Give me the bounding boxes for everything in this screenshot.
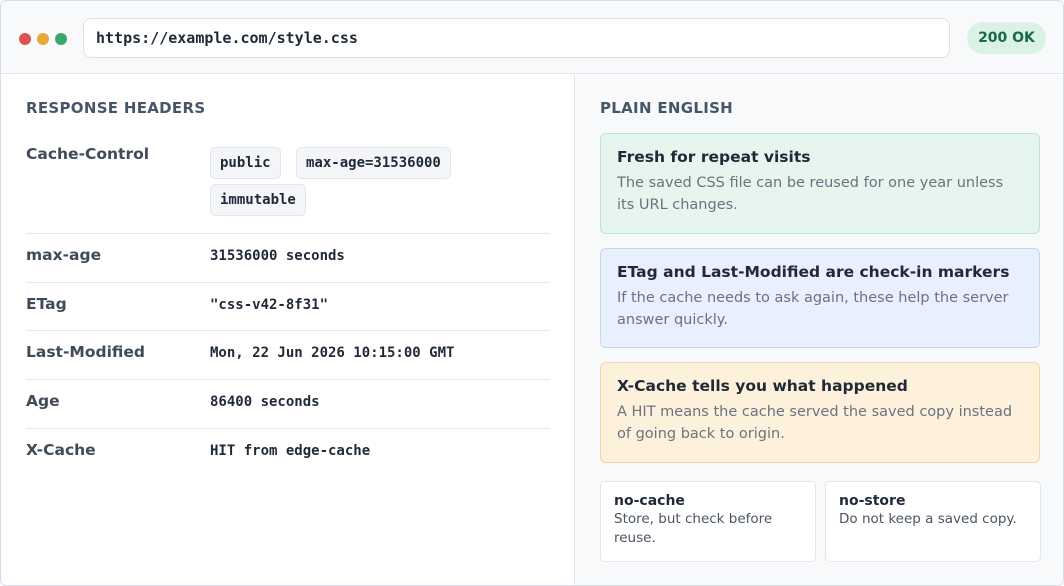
header-name: Cache-Control (26, 145, 150, 163)
header-value: HIT from edge-cache (210, 443, 371, 459)
browser-toolbar: https://example.com/style.css 200 OK (1, 1, 1063, 74)
header-name: X-Cache (26, 441, 96, 459)
header-value: Mon, 22 Jun 2026 10:15:00 GMT (210, 345, 455, 361)
header-name: Last-Modified (26, 343, 145, 361)
card-title: X-Cache tells you what happened (617, 377, 908, 395)
explanation-card: X-Cache tells you what happened A HIT me… (600, 362, 1040, 463)
directive-card-no-cache: no-cache Store, but check before reuse. (600, 481, 816, 562)
header-value: 86400 seconds (210, 394, 320, 410)
card-title: Fresh for repeat visits (617, 148, 811, 166)
header-row: Age 86400 seconds (26, 380, 550, 429)
header-row-cache-control: Cache-Control public max-age=31536000 im… (26, 145, 550, 234)
mini-card-body: Do not keep a saved copy. (839, 511, 1017, 527)
card-body: The saved CSS file can be reused for one… (617, 175, 1004, 213)
card-body: A HIT means the cache served the saved c… (617, 404, 1013, 442)
section-title: PLAIN ENGLISH (600, 99, 734, 117)
mini-card-title: no-store (839, 493, 906, 509)
header-row: Last-Modified Mon, 22 Jun 2026 10:15:00 … (26, 331, 550, 380)
minimize-window-dot-icon[interactable] (37, 33, 49, 45)
header-row: ETag "css-v42-8f31" (26, 283, 550, 331)
header-value: "css-v42-8f31" (210, 297, 329, 313)
browser-window: https://example.com/style.css 200 OK RES… (0, 0, 1064, 586)
directive-chip: immutable (210, 184, 306, 216)
directive-card-no-store: no-store Do not keep a saved copy. (825, 481, 1041, 562)
explanation-card: Fresh for repeat visits The saved CSS fi… (600, 133, 1040, 234)
header-name: max-age (26, 246, 102, 264)
status-badge: 200 OK (967, 22, 1046, 54)
header-row: X-Cache HIT from edge-cache (26, 429, 550, 478)
explanation-card: ETag and Last-Modified are check-in mark… (600, 248, 1040, 348)
address-bar[interactable]: https://example.com/style.css (83, 18, 950, 58)
header-value: 31536000 seconds (210, 248, 345, 264)
header-name: Age (26, 392, 60, 410)
response-headers-panel: RESPONSE HEADERS Cache-Control public ma… (1, 75, 574, 585)
mini-card-body: Store, but check before reuse. (614, 511, 773, 546)
card-title: ETag and Last-Modified are check-in mark… (617, 263, 1010, 281)
maximize-window-dot-icon[interactable] (55, 33, 67, 45)
close-window-dot-icon[interactable] (19, 33, 31, 45)
mini-card-title: no-cache (614, 493, 685, 509)
header-name: ETag (26, 295, 67, 313)
section-title: RESPONSE HEADERS (26, 99, 206, 117)
plain-english-panel: PLAIN ENGLISH Fresh for repeat visits Th… (574, 75, 1063, 585)
directive-chip: public (210, 147, 281, 179)
card-body: If the cache needs to ask again, these h… (617, 290, 1009, 328)
header-row: max-age 31536000 seconds (26, 234, 550, 283)
directive-chip: max-age=31536000 (296, 147, 451, 179)
